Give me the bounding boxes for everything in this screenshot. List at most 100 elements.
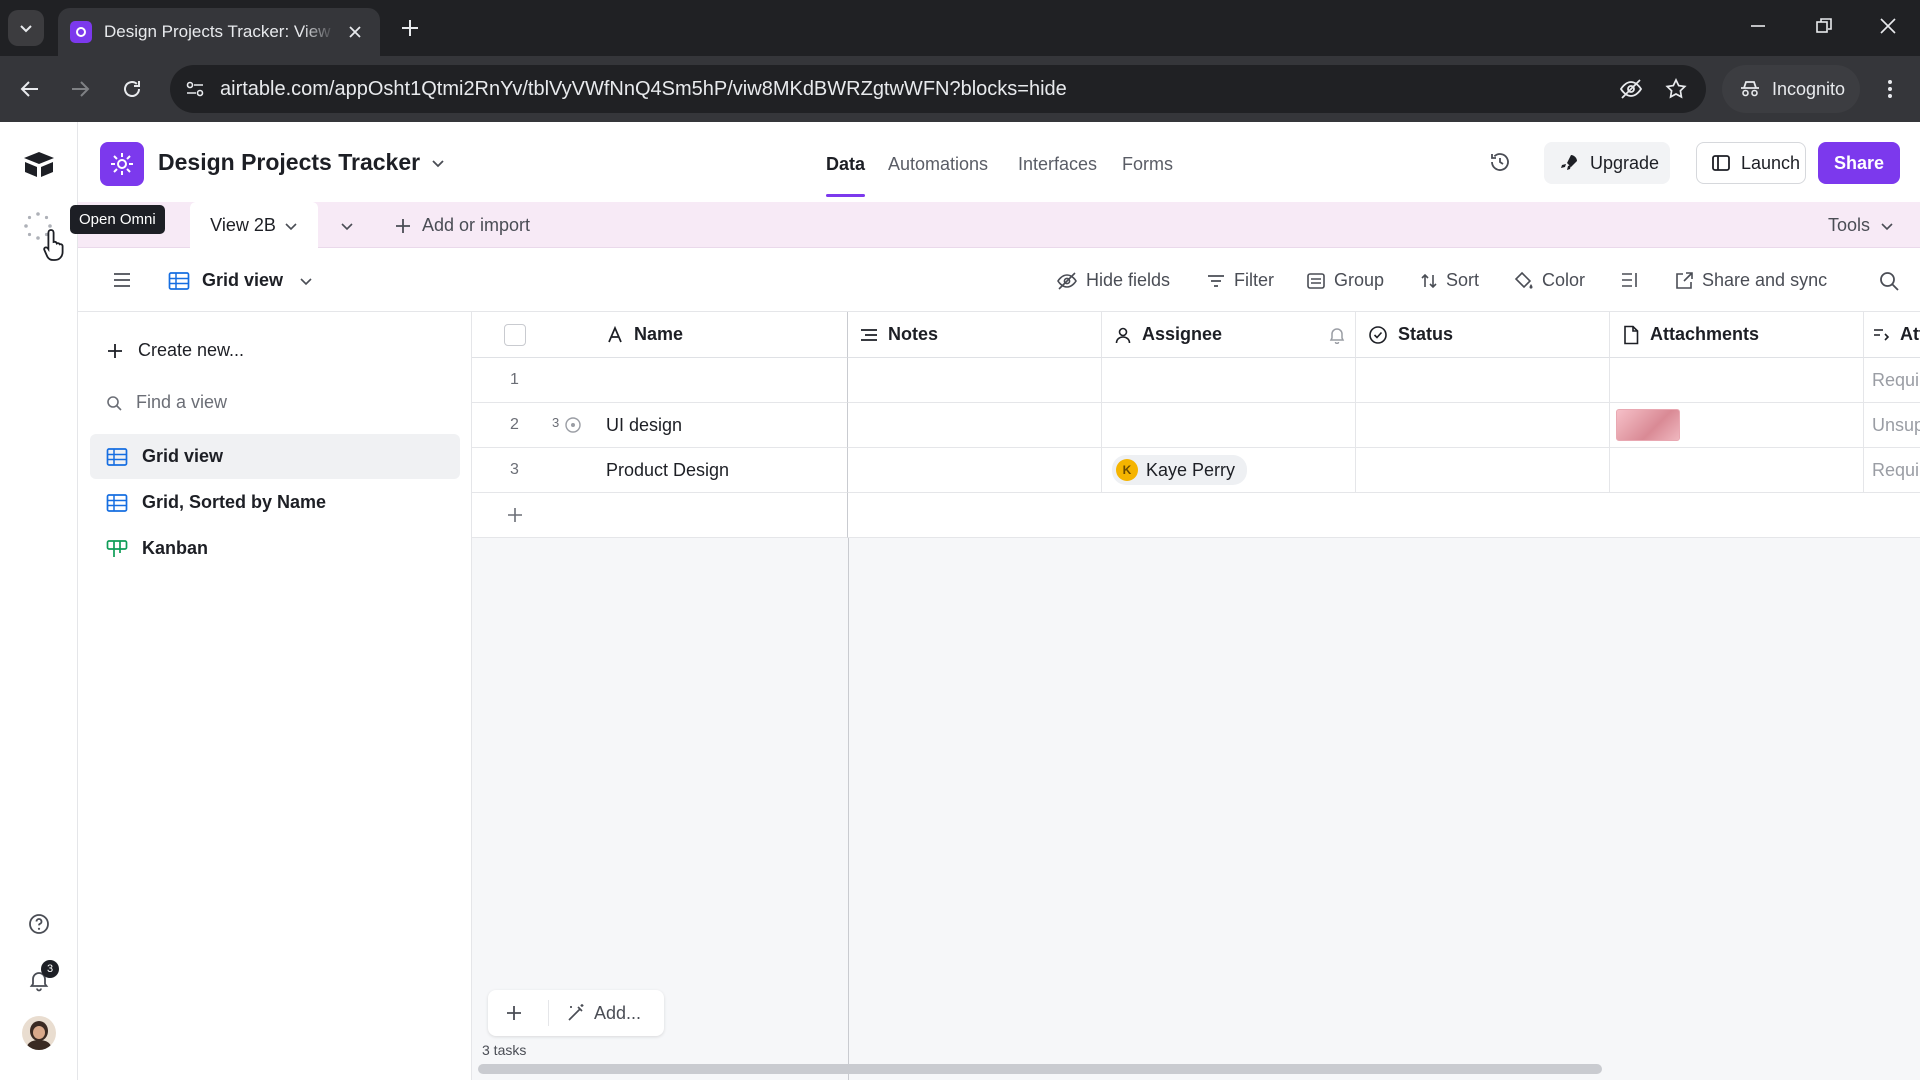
attachments-cell[interactable]: [1610, 448, 1864, 493]
column-header-status[interactable]: Status: [1356, 312, 1610, 358]
window-close-icon[interactable]: [1876, 14, 1900, 38]
status-cell[interactable]: [1356, 358, 1610, 403]
add-or-import-button[interactable]: Add or import: [394, 215, 530, 236]
address-bar[interactable]: airtable.com/appOsht1Qtmi2RnYv/tblVyVWfN…: [170, 65, 1706, 113]
assignee-pill[interactable]: K Kaye Perry: [1112, 455, 1248, 485]
att-cell[interactable]: Requir: [1864, 448, 1920, 493]
base-title-button[interactable]: Design Projects Tracker: [158, 149, 446, 176]
color-button[interactable]: Color: [1514, 270, 1585, 291]
create-new-view-button[interactable]: Create new...: [90, 328, 460, 373]
attachment-thumbnail[interactable]: [1616, 409, 1680, 441]
launch-label: Launch: [1741, 152, 1801, 173]
view-switcher-button[interactable]: Grid view: [168, 270, 313, 291]
name-cell[interactable]: Product Design: [606, 460, 729, 481]
hide-fields-button[interactable]: Hide fields: [1056, 270, 1170, 291]
upgrade-label: Upgrade: [1590, 152, 1660, 173]
share-button[interactable]: Share: [1818, 142, 1900, 184]
minimize-icon[interactable]: [1746, 14, 1770, 38]
attachments-cell[interactable]: [1610, 358, 1864, 403]
notes-cell[interactable]: [848, 358, 1102, 403]
upgrade-button[interactable]: Upgrade: [1544, 142, 1670, 184]
restore-icon[interactable]: [1812, 14, 1836, 38]
attachments-cell[interactable]: [1610, 403, 1864, 448]
tab-search-button[interactable]: [8, 10, 44, 46]
comment-icon[interactable]: [564, 416, 582, 434]
base-icon[interactable]: [100, 142, 144, 186]
tab-forms[interactable]: Forms: [1122, 154, 1173, 175]
incognito-indicator[interactable]: Incognito: [1722, 65, 1860, 113]
table-tab-view-2b[interactable]: View 2B: [190, 202, 318, 249]
column-header-att[interactable]: Att: [1864, 312, 1920, 358]
add-row-button[interactable]: [472, 493, 848, 538]
browser-menu-icon[interactable]: [1878, 77, 1902, 101]
help-icon[interactable]: [27, 912, 51, 936]
horizontal-scrollbar[interactable]: [478, 1064, 1602, 1074]
launch-button[interactable]: Launch: [1696, 142, 1806, 184]
table-row[interactable]: 3 Product Design: [472, 448, 848, 493]
att-cell[interactable]: Unsup: [1864, 403, 1920, 448]
name-cell[interactable]: UI design: [606, 415, 682, 436]
sidebar-toggle-icon[interactable]: [112, 271, 132, 289]
tab-interfaces[interactable]: Interfaces: [1018, 154, 1097, 175]
tab-data[interactable]: Data: [826, 154, 866, 197]
notifications-button[interactable]: 3: [27, 960, 59, 992]
plus-icon: [396, 218, 410, 233]
close-icon[interactable]: [348, 25, 362, 39]
plus-icon[interactable]: [504, 1003, 524, 1023]
sidebar-item-kanban[interactable]: Kanban: [90, 526, 460, 571]
hide-fields-label: Hide fields: [1086, 270, 1171, 290]
search-icon[interactable]: [1878, 270, 1900, 292]
find-view-field[interactable]: Find a view: [90, 380, 460, 425]
add-row-strip[interactable]: [848, 493, 1920, 538]
user-avatar[interactable]: [22, 1016, 56, 1050]
select-all-checkbox[interactable]: [504, 324, 526, 346]
create-new-label: Create new...: [138, 340, 245, 360]
column-header-attachments[interactable]: Attachments: [1610, 312, 1864, 358]
share-and-sync-button[interactable]: Share and sync: [1674, 270, 1827, 291]
att-cell-text: Unsup: [1872, 414, 1920, 435]
new-tab-plus-icon[interactable]: [396, 14, 424, 42]
assignee-cell[interactable]: [1102, 358, 1356, 403]
notes-cell[interactable]: [848, 403, 1102, 448]
status-cell[interactable]: [1356, 448, 1610, 493]
sidebar-item-grid-view[interactable]: Grid view: [90, 434, 460, 479]
back-arrow-icon[interactable]: [18, 77, 42, 101]
tab-automations[interactable]: Automations: [888, 154, 988, 175]
history-icon[interactable]: [1488, 150, 1512, 174]
notes-cell[interactable]: [848, 448, 1102, 493]
add-ai-button[interactable]: Add...: [566, 1003, 641, 1024]
browser-tab[interactable]: Design Projects Tracker: View 2B: [58, 8, 380, 56]
row-number: 2: [510, 416, 519, 433]
bookmark-star-icon[interactable]: [1664, 77, 1688, 101]
all-tables-chevron-icon[interactable]: [340, 219, 354, 233]
airtable-logo-icon[interactable]: [22, 150, 56, 178]
sort-button[interactable]: Sort: [1420, 270, 1479, 291]
assignee-cell[interactable]: K Kaye Perry: [1102, 448, 1356, 493]
eye-off-icon[interactable]: [1618, 76, 1644, 102]
att-cell[interactable]: Requir: [1864, 358, 1920, 403]
column-header-name[interactable]: Name: [472, 312, 848, 358]
column-header-assignee[interactable]: Assignee: [1102, 312, 1356, 358]
view-toolbar: Grid view Hide fields Filter Group Sort …: [78, 248, 1920, 312]
row-height-icon[interactable]: [1620, 271, 1640, 289]
sidebar-item-grid-sorted[interactable]: Grid, Sorted by Name: [90, 480, 460, 525]
assignee-cell[interactable]: [1102, 403, 1356, 448]
kanban-icon: [106, 539, 128, 557]
status-cell[interactable]: [1356, 403, 1610, 448]
column-header-notes[interactable]: Notes: [848, 312, 1102, 358]
group-button[interactable]: Group: [1306, 270, 1384, 291]
table-row[interactable]: 1: [472, 358, 848, 403]
reload-icon[interactable]: [120, 77, 144, 101]
user-icon: [1115, 327, 1131, 343]
forward-arrow-icon[interactable]: [68, 77, 92, 101]
sort-label: Sort: [1446, 270, 1480, 290]
assignee-avatar: K: [1116, 459, 1138, 481]
table-row[interactable]: 2 3 UI design: [472, 403, 848, 448]
site-settings-icon[interactable]: [184, 78, 206, 100]
tools-button[interactable]: Tools: [1828, 215, 1894, 236]
add-ai-label: Add...: [594, 1002, 642, 1023]
filter-button[interactable]: Filter: [1206, 270, 1274, 291]
url-text: airtable.com/appOsht1Qtmi2RnYv/tblVyVWfN…: [220, 77, 1067, 100]
open-omni-tooltip: Open Omni: [70, 205, 165, 234]
bell-icon[interactable]: [1328, 326, 1346, 344]
